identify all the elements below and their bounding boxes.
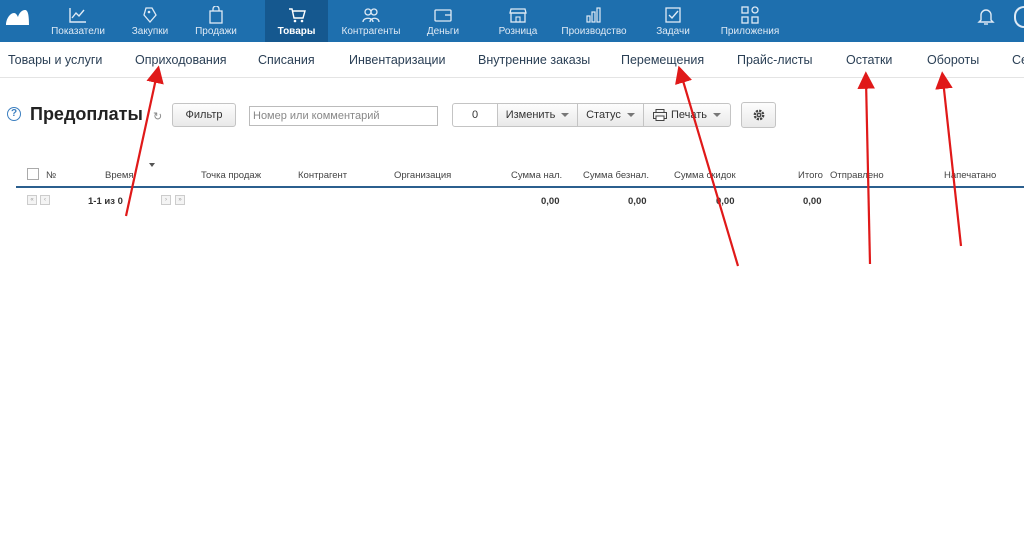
nav-item-money[interactable]: Деньги bbox=[413, 0, 473, 42]
column-header-discount-sum[interactable]: Сумма скидок bbox=[674, 170, 736, 181]
column-header-printed[interactable]: Напечатано bbox=[944, 170, 996, 181]
nav-item-production[interactable]: Производство bbox=[556, 0, 632, 42]
nav-label: Розница bbox=[498, 26, 538, 37]
arrow-to-receipts bbox=[124, 65, 164, 217]
subnav-goods-services[interactable]: Товары и услуги bbox=[8, 53, 102, 67]
nav-label: Приложения bbox=[720, 26, 780, 37]
search-input[interactable] bbox=[249, 106, 438, 126]
settings-button[interactable] bbox=[741, 102, 776, 128]
column-header-organization[interactable]: Организация bbox=[394, 170, 451, 181]
status-button-label: Статус bbox=[586, 109, 621, 121]
table-header-divider bbox=[16, 186, 1024, 188]
user-avatar[interactable] bbox=[1014, 6, 1024, 28]
last-page-icon[interactable]: » bbox=[175, 195, 185, 205]
refresh-icon[interactable]: ↻ bbox=[153, 110, 162, 123]
subnav-more[interactable]: Се bbox=[1012, 53, 1024, 67]
nav-item-tasks[interactable]: Задачи bbox=[645, 0, 701, 42]
nav-label: Контрагенты bbox=[341, 26, 401, 37]
status-dropdown-button[interactable]: Статус bbox=[577, 103, 644, 127]
column-header-sent[interactable]: Отправлено bbox=[830, 170, 884, 181]
nav-item-retail[interactable]: Розница bbox=[488, 0, 548, 42]
print-dropdown-button[interactable]: Печать bbox=[643, 103, 731, 127]
nav-item-counterparties[interactable]: Контрагенты bbox=[336, 0, 406, 42]
nav-item-sales[interactable]: Продажи bbox=[186, 0, 246, 42]
column-header-counterparty[interactable]: Контрагент bbox=[298, 170, 347, 181]
column-header-time[interactable]: Время bbox=[105, 170, 134, 181]
total-noncash: 0,00 bbox=[628, 196, 647, 207]
sort-desc-icon bbox=[149, 163, 155, 167]
wallet-icon bbox=[433, 6, 453, 24]
column-header-noncash-sum[interactable]: Сумма безнал. bbox=[583, 170, 649, 181]
change-dropdown-button[interactable]: Изменить bbox=[497, 103, 578, 127]
tags-icon bbox=[140, 6, 160, 24]
nav-item-purchases[interactable]: Закупки bbox=[120, 0, 180, 42]
first-page-icon[interactable]: « bbox=[27, 195, 37, 205]
help-icon[interactable]: ? bbox=[7, 107, 21, 121]
column-header-cash-sum[interactable]: Сумма нал. bbox=[511, 170, 562, 181]
subnav-write-offs[interactable]: Списания bbox=[258, 53, 315, 67]
total-sum: 0,00 bbox=[803, 196, 822, 207]
checkbox-icon bbox=[663, 6, 683, 24]
nav-label: Показатели bbox=[51, 26, 105, 37]
nav-label: Производство bbox=[561, 26, 627, 37]
chevron-down-icon bbox=[561, 113, 570, 117]
top-navigation-bar: Показатели Закупки Продажи Товары Контра… bbox=[0, 0, 1024, 42]
annotation-arrows bbox=[124, 65, 963, 267]
filter-button-label: Фильтр bbox=[185, 109, 223, 121]
subnav-stock[interactable]: Остатки bbox=[846, 53, 892, 67]
bag-icon bbox=[206, 6, 226, 24]
column-header-total[interactable]: Итого bbox=[798, 170, 823, 181]
cart-icon bbox=[287, 6, 307, 24]
select-all-checkbox[interactable] bbox=[27, 168, 39, 180]
chart-icon bbox=[68, 6, 88, 24]
selected-count: 0 bbox=[452, 103, 498, 127]
printer-icon bbox=[652, 109, 667, 121]
sub-navigation-bar: Товары и услуги Оприходования Списания И… bbox=[0, 42, 1024, 78]
cloud-logo-icon[interactable] bbox=[4, 7, 30, 27]
nav-label: Задачи bbox=[656, 26, 690, 37]
prev-page-icon[interactable]: ‹ bbox=[40, 195, 50, 205]
page-title: Предоплаты bbox=[30, 104, 143, 124]
arrow-to-turnover bbox=[935, 71, 963, 247]
nav-label: Закупки bbox=[131, 26, 169, 37]
print-button-label: Печать bbox=[670, 109, 708, 121]
subnav-turnover[interactable]: Обороты bbox=[927, 53, 979, 67]
pagination-info: 1-1 из 0 bbox=[88, 196, 123, 207]
filter-button[interactable]: Фильтр bbox=[172, 103, 236, 127]
factory-icon bbox=[584, 6, 604, 24]
change-button-label: Изменить bbox=[505, 109, 556, 121]
total-discount: 0,00 bbox=[716, 196, 735, 207]
people-icon bbox=[361, 6, 381, 24]
next-page-icon[interactable]: › bbox=[161, 195, 171, 205]
nav-label: Товары bbox=[277, 26, 316, 37]
nav-item-apps[interactable]: Приложения bbox=[716, 0, 784, 42]
subnav-receipts[interactable]: Оприходования bbox=[135, 53, 227, 67]
bell-icon[interactable] bbox=[976, 6, 996, 26]
subnav-price-lists[interactable]: Прайс-листы bbox=[737, 53, 813, 67]
nav-label: Деньги bbox=[426, 26, 460, 37]
subnav-transfers[interactable]: Перемещения bbox=[621, 53, 704, 67]
chevron-down-icon bbox=[713, 113, 722, 117]
nav-label: Продажи bbox=[195, 26, 237, 37]
gear-icon bbox=[753, 109, 764, 121]
apps-icon bbox=[740, 6, 760, 24]
nav-item-indicators[interactable]: Показатели bbox=[44, 0, 112, 42]
store-icon bbox=[508, 6, 528, 24]
nav-item-goods[interactable]: Товары bbox=[265, 0, 328, 42]
column-header-number[interactable]: № bbox=[46, 170, 56, 181]
column-header-point-of-sale[interactable]: Точка продаж bbox=[201, 170, 261, 181]
total-cash: 0,00 bbox=[541, 196, 560, 207]
subnav-inventories[interactable]: Инвентаризации bbox=[349, 53, 446, 67]
chevron-down-icon bbox=[626, 113, 635, 117]
subnav-internal-orders[interactable]: Внутренние заказы bbox=[478, 53, 590, 67]
